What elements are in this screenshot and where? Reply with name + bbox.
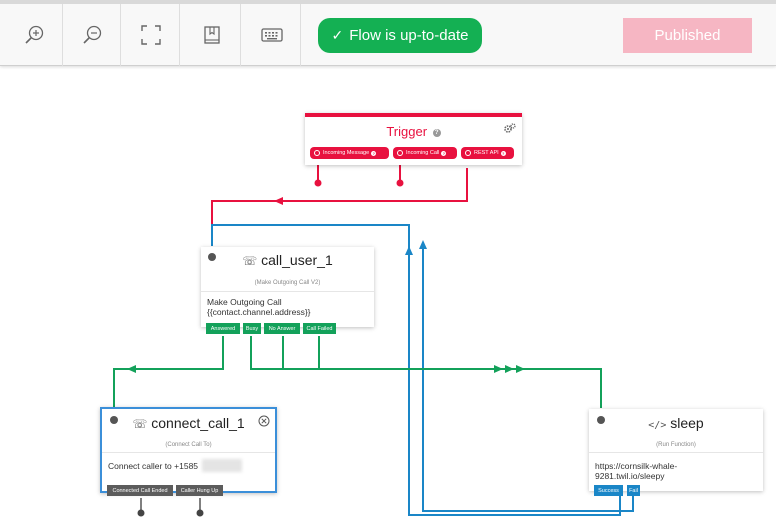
bookmark-icon: [203, 26, 220, 44]
widget-title: call_user_1: [261, 252, 333, 268]
divider: [102, 452, 275, 453]
body-line: Make Outgoing Call: [207, 297, 282, 307]
widget-body: https://cornsilk-whale- 9281.twil.io/sle…: [595, 461, 677, 481]
divider: [589, 452, 763, 453]
trigger-widget[interactable]: Trigger ? Incoming Message? Incoming Cal…: [305, 113, 522, 165]
phone-icon: ☏: [242, 254, 258, 268]
trigger-port-incoming-call[interactable]: Incoming Call?: [393, 147, 457, 159]
port-busy[interactable]: Busy: [243, 323, 261, 334]
port-ring-icon: [314, 150, 320, 156]
zoom-out-button[interactable]: [63, 4, 121, 66]
port-no-answer[interactable]: No Answer: [264, 323, 300, 334]
widget-body: Connect caller to +1585: [108, 461, 199, 471]
port-caller-hung-up[interactable]: Caller Hung Up: [176, 485, 223, 496]
published-button[interactable]: Published: [623, 18, 752, 53]
widget-subtitle: (Make Outgoing Call V2): [254, 280, 321, 286]
flow-canvas[interactable]: Trigger ? Incoming Message? Incoming Cal…: [0, 66, 776, 532]
widget-title-row: ☏ call_user_1: [201, 252, 374, 268]
flow-status-text: Flow is up-to-date: [349, 27, 469, 44]
phone-icon: ☏: [132, 417, 148, 431]
toolbar: ✓ Flow is up-to-date Published: [0, 0, 776, 66]
help-icon: ?: [441, 150, 447, 156]
port-ring-icon: [465, 150, 471, 156]
gears-icon[interactable]: [504, 123, 516, 134]
check-icon: ✓: [331, 27, 344, 43]
call-user-widget[interactable]: ☏ call_user_1 (Make Outgoing Call V2) Ma…: [201, 247, 374, 327]
trigger-title-row: Trigger ?: [305, 124, 522, 139]
trigger-port-incoming-message[interactable]: Incoming Message?: [310, 147, 389, 159]
keyboard-icon: [260, 28, 283, 42]
port-connected-call-ended[interactable]: Connected Call Ended: [107, 485, 173, 496]
widget-title-row: ☏ connect_call_1: [102, 415, 275, 431]
sleep-widget[interactable]: </> sleep (Run Function) https://cornsil…: [589, 409, 763, 491]
port-success[interactable]: Success: [594, 485, 623, 496]
port-label: REST API: [474, 150, 499, 156]
widget-subtitle: (Run Function): [656, 442, 696, 448]
help-icon[interactable]: ?: [432, 128, 441, 137]
port-call-failed[interactable]: Call Failed: [303, 323, 336, 334]
widget-title: connect_call_1: [151, 415, 245, 431]
flow-status-badge: ✓ Flow is up-to-date: [318, 18, 482, 53]
zoom-in-icon: [24, 25, 43, 44]
help-icon: ?: [500, 150, 506, 156]
body-line: 9281.twil.io/sleepy: [595, 471, 665, 481]
connect-call-widget[interactable]: ☏ connect_call_1 (Connect Call To) Conne…: [100, 407, 277, 493]
port-ring-icon: [397, 150, 403, 156]
help-icon: ?: [371, 150, 377, 156]
widget-title-row: </> sleep: [589, 415, 763, 431]
widget-subtitle: (Connect Call To): [165, 442, 212, 448]
zoom-out-icon: [82, 25, 101, 44]
body-line: https://cornsilk-whale-: [595, 461, 678, 471]
zoom-in-button[interactable]: [5, 4, 63, 66]
trigger-port-rest-api[interactable]: REST API?: [461, 147, 514, 159]
fit-screen-icon: [140, 25, 161, 45]
port-answered[interactable]: Answered: [206, 323, 240, 334]
trigger-title: Trigger: [386, 124, 428, 139]
close-circle-icon[interactable]: [258, 415, 270, 427]
bookmark-button[interactable]: [183, 4, 241, 66]
widget-body: Make Outgoing Call {{contact.channel.add…: [207, 297, 311, 317]
keyboard-button[interactable]: [243, 4, 301, 66]
widget-title: sleep: [670, 415, 704, 431]
code-icon: </>: [648, 420, 667, 431]
fit-screen-button[interactable]: [122, 4, 180, 66]
port-label: Incoming Message: [323, 150, 370, 156]
divider: [201, 291, 374, 292]
body-line: {{contact.channel.address}}: [207, 307, 311, 317]
port-label: Incoming Call: [406, 150, 440, 156]
port-fail[interactable]: Fail: [627, 485, 640, 496]
redacted-phone-number: [202, 459, 242, 472]
